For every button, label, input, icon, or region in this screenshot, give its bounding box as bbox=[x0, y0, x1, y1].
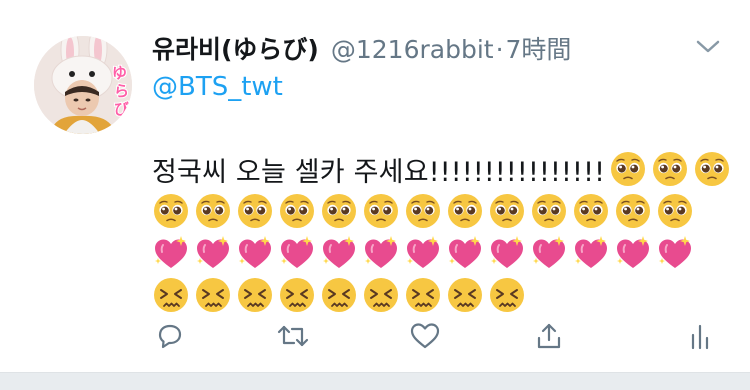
pleading-face-emoji bbox=[614, 192, 652, 230]
sparkling-heart-emoji bbox=[572, 234, 610, 272]
chevron-down-icon bbox=[696, 40, 720, 53]
like-button[interactable] bbox=[405, 316, 445, 356]
pleading-face-emoji bbox=[152, 192, 190, 230]
sparkling-heart-emoji bbox=[152, 234, 190, 272]
user-handle[interactable]: @1216rabbit bbox=[331, 35, 494, 64]
persevering-face-emoji bbox=[320, 276, 358, 314]
pleading-face-emoji bbox=[362, 192, 400, 230]
reply-button[interactable] bbox=[150, 316, 190, 356]
tweet-card[interactable]: ゆ ら び 유라비(ゆらび) @1216rabbit · 7時間 @BTS_tw… bbox=[0, 0, 750, 372]
persevering-face-emoji bbox=[362, 276, 400, 314]
sparkling-heart-emoji bbox=[446, 234, 484, 272]
persevering-face-emoji bbox=[194, 276, 232, 314]
sparkling-heart-emoji bbox=[278, 234, 316, 272]
sparkling-heart-emoji bbox=[320, 234, 358, 272]
analytics-icon bbox=[691, 324, 709, 350]
persevering-face-emoji bbox=[236, 276, 274, 314]
display-name[interactable]: 유라비(ゆらび) bbox=[152, 30, 319, 66]
sparkling-heart-emoji bbox=[530, 234, 568, 272]
sparkling-heart-emoji bbox=[194, 234, 232, 272]
tweet-text-line: 정국씨 오늘 셀카 주세요!!!!!!!!!!!!!!!! bbox=[152, 148, 730, 190]
pleading-face-emoji bbox=[693, 150, 731, 188]
sparkling-heart-emoji bbox=[236, 234, 274, 272]
emoji-line bbox=[152, 190, 712, 232]
analytics-button[interactable] bbox=[680, 316, 720, 356]
emoji-line bbox=[152, 232, 712, 274]
tweet-text: 정국씨 오늘 셀카 주세요!!!!!!!!!!!!!!!! bbox=[152, 156, 606, 188]
emoji-line bbox=[152, 274, 712, 316]
tweet-body: 정국씨 오늘 셀카 주세요!!!!!!!!!!!!!!!! bbox=[152, 148, 730, 316]
persevering-face-emoji bbox=[152, 276, 190, 314]
pleading-face-emoji bbox=[572, 192, 610, 230]
mention-link[interactable]: @BTS_twt bbox=[152, 72, 283, 102]
separator-dot: · bbox=[495, 35, 504, 64]
sparkling-heart-emoji bbox=[404, 234, 442, 272]
pleading-face-emoji bbox=[320, 192, 358, 230]
retweet-icon bbox=[277, 325, 309, 347]
heart-icon bbox=[410, 323, 440, 349]
tweet-header: 유라비(ゆらび) @1216rabbit · 7時間 bbox=[152, 30, 571, 64]
pleading-face-emoji bbox=[609, 150, 647, 188]
persevering-face-emoji bbox=[488, 276, 526, 314]
share-button[interactable] bbox=[529, 316, 569, 356]
pleading-face-emoji bbox=[651, 150, 689, 188]
persevering-face-emoji bbox=[278, 276, 316, 314]
sparkling-heart-emoji bbox=[488, 234, 526, 272]
pleading-face-emoji bbox=[404, 192, 442, 230]
reply-icon bbox=[158, 324, 182, 349]
tweet-timestamp[interactable]: 7時間 bbox=[506, 30, 572, 66]
svg-text:ゆ: ゆ bbox=[112, 64, 127, 82]
svg-text:ら: ら bbox=[114, 82, 129, 100]
share-icon bbox=[537, 323, 561, 349]
sparkling-heart-emoji bbox=[362, 234, 400, 272]
avatar-image: ゆ ら び bbox=[34, 36, 132, 134]
sparkling-heart-emoji bbox=[614, 234, 652, 272]
persevering-face-emoji bbox=[446, 276, 484, 314]
persevering-face-emoji bbox=[404, 276, 442, 314]
pleading-face-emoji bbox=[488, 192, 526, 230]
avatar[interactable]: ゆ ら び bbox=[34, 36, 132, 134]
tweet-actions-bar bbox=[0, 316, 750, 360]
pleading-face-emoji bbox=[446, 192, 484, 230]
pleading-face-emoji bbox=[236, 192, 274, 230]
pleading-face-emoji bbox=[656, 192, 694, 230]
more-options-button[interactable] bbox=[690, 36, 726, 58]
pleading-face-emoji bbox=[278, 192, 316, 230]
pleading-face-emoji bbox=[194, 192, 232, 230]
timeline-divider bbox=[0, 372, 750, 390]
sparkling-heart-emoji bbox=[656, 234, 694, 272]
pleading-face-emoji bbox=[530, 192, 568, 230]
retweet-button[interactable] bbox=[273, 316, 313, 356]
svg-text:び: び bbox=[114, 100, 129, 118]
